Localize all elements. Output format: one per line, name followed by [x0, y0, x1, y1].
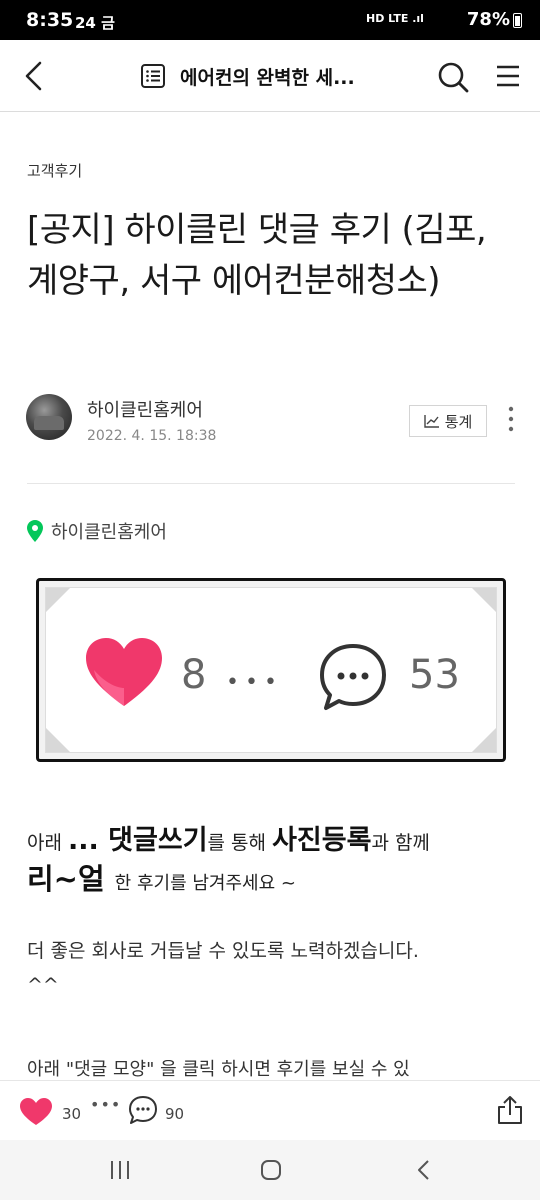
body-bold-text: 사진등록 — [272, 825, 372, 856]
body-text: 한 후기를 남겨주세요 ~ — [114, 873, 296, 894]
status-indicators: HD LTE .ıl — [366, 12, 424, 25]
corner-decoration — [46, 588, 70, 612]
pin-icon — [27, 520, 43, 542]
status-date: 24 금 — [75, 14, 115, 32]
image-like-count: 8 — [181, 652, 207, 698]
stats-label: 통계 — [444, 412, 473, 431]
menu-icon[interactable] — [494, 62, 522, 90]
like-button[interactable] — [20, 1098, 52, 1126]
location-tag[interactable]: 하이클린홈케어 — [27, 518, 167, 544]
list-icon — [141, 64, 165, 88]
corner-decoration — [472, 728, 496, 752]
stats-icon — [423, 415, 439, 428]
home-icon[interactable] — [259, 1158, 283, 1182]
post-title: [공지] 하이클린 댓글 후기 (김포, 계양구, 서구 에어컨분해청소) — [27, 210, 487, 301]
body-text: 아래 — [27, 832, 68, 854]
post-image-inner: 8 ••• 53 — [45, 587, 497, 753]
more-icon[interactable] — [502, 404, 520, 434]
system-nav-bar — [0, 1140, 540, 1200]
corner-decoration — [472, 588, 496, 612]
heart-icon — [86, 638, 162, 706]
system-back-icon[interactable] — [412, 1158, 436, 1182]
body-line-3: 더 좋은 회사로 거듭날 수 있도록 노력하겠습니다. — [27, 940, 419, 962]
author-name[interactable]: 하이클린홈케어 — [87, 396, 203, 422]
nav-title-group[interactable]: 에어컨의 완벽한 세... — [140, 62, 355, 90]
status-time: 8:35 — [26, 9, 74, 31]
top-nav: 에어컨의 완벽한 세... — [0, 40, 540, 112]
comment-count: 90 — [165, 1105, 185, 1123]
body-line-1: 아래 ... 댓글쓰기를 통해 사진등록과 함께 — [27, 818, 430, 857]
status-bar: 8:35 24 금 HD LTE .ıl 78% — [0, 0, 540, 40]
comment-button[interactable] — [128, 1095, 158, 1125]
comment-icon — [320, 644, 386, 710]
back-icon[interactable] — [20, 60, 50, 92]
battery-percent: 78% — [466, 9, 510, 30]
location-label: 하이클린홈케어 — [51, 522, 167, 543]
body-bold-text: ... 댓글쓰기 — [68, 825, 208, 856]
avatar[interactable] — [26, 394, 72, 440]
image-comment-count: 53 — [409, 652, 460, 698]
stats-button[interactable]: 통계 — [409, 405, 487, 437]
body-line-2: 리~얼 한 후기를 남겨주세요 ~ — [27, 856, 296, 898]
corner-decoration — [46, 728, 70, 752]
nav-title: 에어컨의 완벽한 세... — [180, 66, 355, 89]
post-image[interactable]: 8 ••• 53 — [36, 578, 506, 762]
post-date: 2022. 4. 15. 18:38 — [87, 428, 217, 444]
like-count: 30 — [62, 1105, 82, 1123]
battery-icon — [513, 13, 522, 28]
share-icon[interactable] — [496, 1095, 524, 1125]
body-line-5: 아래 "댓글 모양" 을 클릭 하시면 후기를 보실 수 있 — [27, 1059, 410, 1080]
post-category[interactable]: 고객후기 — [27, 160, 82, 181]
recent-apps-icon[interactable] — [106, 1158, 134, 1182]
image-dots: ••• — [226, 670, 283, 695]
action-dots: ••• — [90, 1095, 122, 1114]
action-bar: 30 ••• 90 — [0, 1080, 540, 1140]
body-text: 과 함께 — [371, 832, 430, 854]
header-divider — [27, 483, 515, 484]
search-icon[interactable] — [436, 60, 470, 94]
body-bold-text: 리~얼 — [27, 862, 105, 896]
body-text: 를 통해 — [207, 832, 273, 854]
body-line-4: ^^ — [27, 974, 59, 996]
